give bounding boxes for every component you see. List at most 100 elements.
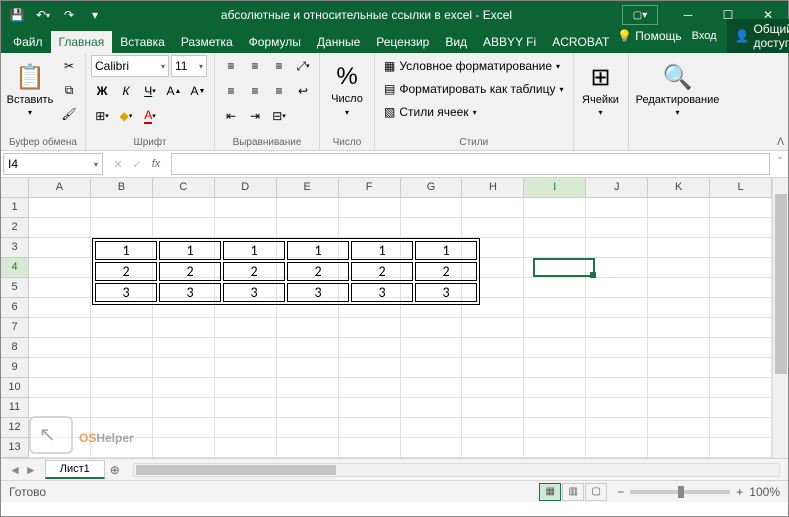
data-cell[interactable]: 2 xyxy=(351,262,413,281)
editing-button[interactable]: 🔍 Редактирование ▾ xyxy=(634,55,722,125)
data-cell[interactable]: 3 xyxy=(351,283,413,302)
tab-layout[interactable]: Разметка xyxy=(173,31,241,53)
row-header[interactable]: 11 xyxy=(1,398,28,418)
row-header[interactable]: 8 xyxy=(1,338,28,358)
collapse-ribbon-button[interactable]: ᐱ xyxy=(777,137,784,148)
zoom-in-button[interactable]: + xyxy=(736,485,743,499)
tab-data[interactable]: Данные xyxy=(309,31,368,53)
expand-formula-bar[interactable]: ⌄ xyxy=(772,151,788,177)
row-header[interactable]: 13 xyxy=(1,438,28,458)
tab-formulas[interactable]: Формулы xyxy=(241,31,309,53)
data-cell[interactable]: 1 xyxy=(351,241,413,260)
column-header[interactable]: F xyxy=(339,178,401,197)
row-headers[interactable]: 12345678910111213 xyxy=(1,198,29,458)
share-button[interactable]: 👤Общий доступ xyxy=(727,19,789,53)
tab-insert[interactable]: Вставка xyxy=(112,31,173,53)
vertical-scrollbar[interactable] xyxy=(772,178,788,458)
tab-home[interactable]: Главная xyxy=(51,31,113,53)
data-cell[interactable]: 3 xyxy=(415,283,477,302)
cells-button[interactable]: ⊞ Ячейки ▾ xyxy=(579,55,623,125)
align-middle-button[interactable]: ≡ xyxy=(244,55,266,77)
data-cell[interactable]: 2 xyxy=(223,262,285,281)
column-header[interactable]: D xyxy=(215,178,277,197)
format-as-table-button[interactable]: ▤Форматировать как таблицу▾ xyxy=(380,78,568,100)
undo-button[interactable]: ↶▾ xyxy=(31,3,55,27)
row-header[interactable]: 7 xyxy=(1,318,28,338)
column-header[interactable]: A xyxy=(29,178,91,197)
data-cell[interactable]: 1 xyxy=(287,241,349,260)
data-cell[interactable]: 1 xyxy=(95,241,157,260)
cell-styles-button[interactable]: ▧Стили ячеек▾ xyxy=(380,101,568,123)
zoom-level[interactable]: 100% xyxy=(749,485,780,499)
row-header[interactable]: 3 xyxy=(1,238,28,258)
data-cell[interactable]: 3 xyxy=(159,283,221,302)
select-all-button[interactable] xyxy=(1,178,29,198)
enter-formula-button[interactable]: ✓ xyxy=(128,158,146,171)
decrease-font-button[interactable]: A▼ xyxy=(187,80,209,102)
font-name-combo[interactable]: Calibri▾ xyxy=(91,55,169,77)
data-cell[interactable]: 3 xyxy=(95,283,157,302)
tab-acrobat[interactable]: ACROBAT xyxy=(544,31,617,53)
normal-view-button[interactable]: ▦ xyxy=(539,483,561,501)
underline-button[interactable]: Ч▾ xyxy=(139,80,161,102)
borders-button[interactable]: ⊞▾ xyxy=(91,105,113,127)
tell-me[interactable]: 💡Помощь xyxy=(617,29,681,43)
column-header[interactable]: K xyxy=(648,178,710,197)
fill-color-button[interactable]: ◆▾ xyxy=(115,105,137,127)
new-sheet-button[interactable]: ⊕ xyxy=(105,463,125,477)
qat-customize[interactable]: ▾ xyxy=(83,3,107,27)
align-bottom-button[interactable]: ≡ xyxy=(268,55,290,77)
data-cell[interactable]: 1 xyxy=(159,241,221,260)
row-header[interactable]: 5 xyxy=(1,278,28,298)
column-header[interactable]: L xyxy=(710,178,772,197)
row-header[interactable]: 12 xyxy=(1,418,28,438)
align-left-button[interactable]: ≡ xyxy=(220,80,242,102)
data-cell[interactable]: 1 xyxy=(223,241,285,260)
increase-indent-button[interactable]: ⇥ xyxy=(244,105,266,127)
column-header[interactable]: G xyxy=(401,178,463,197)
page-layout-view-button[interactable]: ▥ xyxy=(562,483,584,501)
merge-button[interactable]: ⊟▾ xyxy=(268,105,290,127)
data-cell[interactable]: 1 xyxy=(415,241,477,260)
copy-button[interactable]: ⧉ xyxy=(58,79,80,101)
data-cell[interactable]: 2 xyxy=(415,262,477,281)
tab-review[interactable]: Рецензир xyxy=(368,31,437,53)
row-header[interactable]: 10 xyxy=(1,378,28,398)
formula-bar[interactable] xyxy=(171,153,770,175)
wrap-text-button[interactable]: ↩ xyxy=(292,80,314,102)
sign-in[interactable]: Вход xyxy=(692,30,717,42)
row-header[interactable]: 9 xyxy=(1,358,28,378)
increase-font-button[interactable]: A▲ xyxy=(163,80,185,102)
cut-button[interactable]: ✂ xyxy=(58,55,80,77)
name-box[interactable]: I4▾ xyxy=(3,153,103,175)
column-header[interactable]: C xyxy=(153,178,215,197)
zoom-out-button[interactable]: − xyxy=(617,485,624,499)
tab-file[interactable]: Файл xyxy=(5,31,51,53)
sheet-nav-next[interactable]: ► xyxy=(25,463,37,477)
horizontal-scrollbar[interactable] xyxy=(133,463,780,477)
paste-button[interactable]: 📋 Вставить ▾ xyxy=(6,55,54,125)
data-cell[interactable]: 2 xyxy=(287,262,349,281)
decrease-indent-button[interactable]: ⇤ xyxy=(220,105,242,127)
row-header[interactable]: 2 xyxy=(1,218,28,238)
data-cell[interactable]: 3 xyxy=(287,283,349,302)
row-header[interactable]: 6 xyxy=(1,298,28,318)
column-headers[interactable]: ABCDEFGHIJKL xyxy=(29,178,772,198)
align-top-button[interactable]: ≡ xyxy=(220,55,242,77)
bold-button[interactable]: Ж xyxy=(91,80,113,102)
cells-area[interactable]: 111111222222333333 xyxy=(29,198,772,458)
column-header[interactable]: H xyxy=(462,178,524,197)
sheet-nav-prev[interactable]: ◄ xyxy=(9,463,21,477)
data-cell[interactable]: 2 xyxy=(95,262,157,281)
row-header[interactable]: 4 xyxy=(1,258,28,278)
orientation-button[interactable]: ⤢▾ xyxy=(292,55,314,77)
number-format-button[interactable]: % Число ▾ xyxy=(325,55,369,125)
data-cell[interactable]: 2 xyxy=(159,262,221,281)
font-size-combo[interactable]: 11▾ xyxy=(171,55,207,77)
format-painter-button[interactable]: 🖌 xyxy=(58,103,80,125)
column-header[interactable]: J xyxy=(586,178,648,197)
page-break-view-button[interactable]: ▢ xyxy=(585,483,607,501)
cancel-formula-button[interactable]: ✕ xyxy=(109,158,127,171)
column-header[interactable]: E xyxy=(277,178,339,197)
conditional-formatting-button[interactable]: ▦Условное форматирование▾ xyxy=(380,55,568,77)
